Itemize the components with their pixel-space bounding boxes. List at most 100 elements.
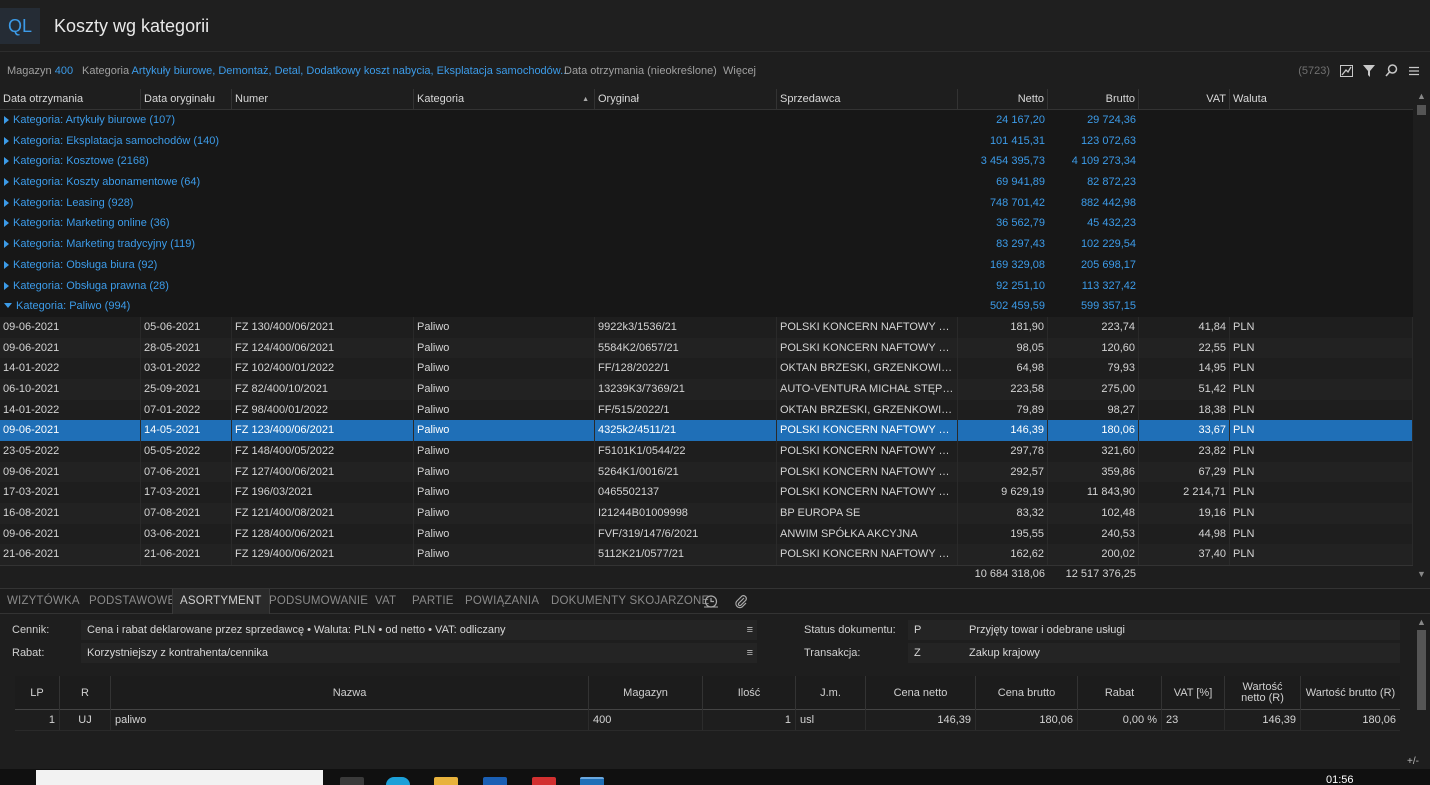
tab-wizytowka[interactable]: WIZYTÓWKA — [0, 589, 87, 614]
group-row[interactable]: Kategoria: Obsługa prawna (28) 92 251,10 1… — [0, 275, 1413, 297]
group-row[interactable]: Kategoria: Marketing online (36) 36 562,7… — [0, 213, 1413, 235]
item-row[interactable]: 1 UJ paliwo 400 1 usl 146,39 180,06 0,00… — [15, 710, 1400, 730]
table-row[interactable]: 09-06-2021 07-06-2021 FZ 127/400/06/2021 Pa… — [0, 461, 1413, 483]
table-row[interactable]: 17-03-2021 17-03-2021 FZ 196/03/2021 Paliwo… — [0, 482, 1413, 504]
app-icon[interactable] — [580, 777, 604, 785]
table-row-selected[interactable]: 09-06-2021 14-05-2021 FZ 123/400/06/2021 Pa… — [0, 420, 1413, 441]
history-icon[interactable] — [703, 594, 719, 612]
column-header-data-otrzymania[interactable]: Data otrzymania — [0, 89, 141, 110]
item-col-wartosc-brutto[interactable]: Wartość brutto (R) — [1301, 676, 1400, 710]
group-netto: 748 701,42 — [989, 196, 1045, 209]
filter-kategoria[interactable]: Kategoria Artykuły biurowe, Demontaż, De… — [82, 65, 569, 77]
grid-scrollbar[interactable]: ▲ ▼ — [1414, 89, 1428, 583]
group-row[interactable]: Kategoria: Kosztowe (2168) 3 454 395,73 4 … — [0, 151, 1413, 173]
transakcja-field[interactable]: Z Zakup krajowy — [908, 643, 1400, 663]
expand-icon[interactable] — [4, 116, 9, 124]
app-icon[interactable] — [532, 777, 556, 785]
item-col-wartosc-netto[interactable]: Wartość netto (R) — [1225, 676, 1301, 710]
group-row[interactable]: Kategoria: Obsługa biura (92) 169 329,08 2… — [0, 254, 1413, 276]
scroll-down-icon[interactable]: ▼ — [1417, 569, 1426, 579]
item-col-lp[interactable]: LP — [15, 676, 60, 710]
table-row[interactable]: 09-06-2021 28-05-2021 FZ 124/400/06/2021 Pa… — [0, 337, 1413, 359]
tab-vat[interactable]: VAT — [368, 589, 403, 614]
item-col-vat[interactable]: VAT [%] — [1162, 676, 1225, 710]
expand-icon[interactable] — [4, 219, 9, 228]
group-row-paliwo[interactable]: Kategoria: Paliwo (994) 502 459,59 599 3… — [0, 296, 1413, 317]
item-col-magazyn[interactable]: Magazyn — [589, 676, 703, 710]
plus-minus-toggle[interactable]: +/- — [1407, 756, 1419, 767]
item-ilosc: 1 — [703, 710, 796, 730]
search-icon[interactable] — [1385, 64, 1398, 77]
menu-icon[interactable] — [1408, 66, 1420, 76]
table-row[interactable]: 23-05-2022 05-05-2022 FZ 148/400/05/2022 Pa… — [0, 441, 1413, 462]
expand-icon[interactable] — [4, 281, 9, 290]
expand-icon[interactable] — [4, 240, 9, 249]
group-row[interactable]: Kategoria: Marketing tradycyjny (119) 83 … — [0, 234, 1413, 255]
app-icon[interactable] — [483, 777, 507, 785]
rabat-field[interactable]: Korzystniejszy z kontrahenta/cennika ≡ — [81, 643, 757, 663]
cennik-field[interactable]: Cena i rabat deklarowane przez sprzedawc… — [81, 620, 757, 640]
scroll-up-icon[interactable]: ▲ — [1417, 91, 1426, 101]
column-header-netto[interactable]: Netto — [958, 89, 1048, 110]
edge-icon[interactable] — [386, 777, 410, 785]
table-row[interactable]: 06-10-2021 25-09-2021 FZ 82/400/10/2021 Pal… — [0, 378, 1413, 400]
tab-partie[interactable]: PARTIE — [405, 589, 461, 614]
filter-magazyn[interactable]: Magazyn 400 — [7, 65, 73, 77]
item-col-r[interactable]: R — [60, 676, 111, 710]
tab-podsumowanie[interactable]: PODSUMOWANIE — [262, 589, 375, 614]
expand-icon[interactable] — [4, 136, 9, 145]
expand-icon[interactable] — [4, 260, 9, 269]
group-row[interactable]: Kategoria: Koszty abonamentowe (64) 69 94… — [0, 172, 1413, 193]
detail-scrollbar[interactable]: ▲ — [1414, 616, 1428, 766]
app-logo[interactable]: QL — [0, 8, 40, 44]
table-row[interactable]: 14-01-2022 07-01-2022 FZ 98/400/01/2022 Pal… — [0, 399, 1413, 421]
cell-sprzedawca: POLSKI KONCERN NAFTOWY ORLE... — [777, 544, 958, 566]
scroll-thumb[interactable] — [1417, 105, 1426, 115]
expand-icon[interactable] — [4, 157, 9, 166]
folder-icon[interactable] — [434, 777, 458, 785]
group-row[interactable]: Kategoria: Eksplatacja samochodów (140) 1… — [0, 130, 1413, 152]
table-row[interactable]: 09-06-2021 03-06-2021 FZ 128/400/06/2021 Pa… — [0, 523, 1413, 545]
tab-podstawowe[interactable]: PODSTAWOWE — [82, 589, 182, 614]
column-header-vat[interactable]: VAT — [1139, 89, 1230, 110]
collapse-icon[interactable] — [4, 303, 12, 309]
cell-vat: 18,38 — [1139, 399, 1230, 421]
expand-icon[interactable] — [4, 178, 9, 187]
column-header-sprzedawca[interactable]: Sprzedawca — [777, 89, 958, 110]
group-row[interactable]: Kategoria: Leasing (928) 748 701,42 882 44… — [0, 192, 1413, 214]
item-col-rabat[interactable]: Rabat — [1078, 676, 1162, 710]
column-header-numer[interactable]: Numer — [232, 89, 414, 110]
table-row[interactable]: 09-06-2021 05-06-2021 FZ 130/400/06/2021 Pa… — [0, 316, 1413, 338]
item-col-nazwa[interactable]: Nazwa — [111, 676, 589, 710]
column-header-data-oryginalu[interactable]: Data oryginału — [141, 89, 232, 110]
attachment-icon[interactable] — [734, 594, 748, 612]
chart-icon[interactable] — [1340, 64, 1353, 77]
tab-dokumenty-skojarzone[interactable]: DOKUMENTY SKOJARZONE — [544, 589, 716, 614]
item-col-ilosc[interactable]: Ilość — [703, 676, 796, 710]
menu-icon[interactable]: ≡ — [747, 620, 753, 640]
column-header-kategoria[interactable]: Kategoria ▲ — [414, 89, 595, 110]
table-row[interactable]: 21-06-2021 21-06-2021 FZ 129/400/06/2021 Pa… — [0, 544, 1413, 566]
table-row[interactable]: 14-01-2022 03-01-2022 FZ 102/400/01/2022 Pa… — [0, 358, 1413, 379]
column-header-waluta[interactable]: Waluta — [1230, 89, 1413, 110]
item-col-cena-brutto[interactable]: Cena brutto — [976, 676, 1078, 710]
tab-powiazania[interactable]: POWIĄZANIA — [458, 589, 546, 614]
item-col-jm[interactable]: J.m. — [796, 676, 866, 710]
scroll-up-icon[interactable]: ▲ — [1417, 617, 1426, 627]
cell-netto: 146,39 — [958, 420, 1048, 441]
scroll-thumb[interactable] — [1417, 630, 1426, 710]
task-view-icon[interactable] — [340, 777, 364, 785]
filter-more[interactable]: Więcej — [723, 65, 756, 77]
taskbar-search[interactable] — [36, 770, 323, 785]
column-header-oryginal[interactable]: Oryginał — [595, 89, 777, 110]
table-row[interactable]: 16-08-2021 07-08-2021 FZ 121/400/08/2021 Pa… — [0, 503, 1413, 524]
menu-icon[interactable]: ≡ — [747, 643, 753, 663]
column-header-brutto[interactable]: Brutto — [1048, 89, 1139, 110]
group-row[interactable]: Kategoria: Artykuły biurowe (107) 24 167,… — [0, 110, 1413, 131]
tab-asortyment[interactable]: ASORTYMENT — [172, 589, 270, 614]
status-field[interactable]: P Przyjęty towar i odebrane usługi — [908, 620, 1400, 640]
filter-data-otrzymania[interactable]: Data otrzymania (nieokreślone) — [564, 65, 717, 77]
item-col-cena-netto[interactable]: Cena netto — [866, 676, 976, 710]
expand-icon[interactable] — [4, 198, 9, 207]
filter-icon[interactable] — [1363, 64, 1375, 77]
